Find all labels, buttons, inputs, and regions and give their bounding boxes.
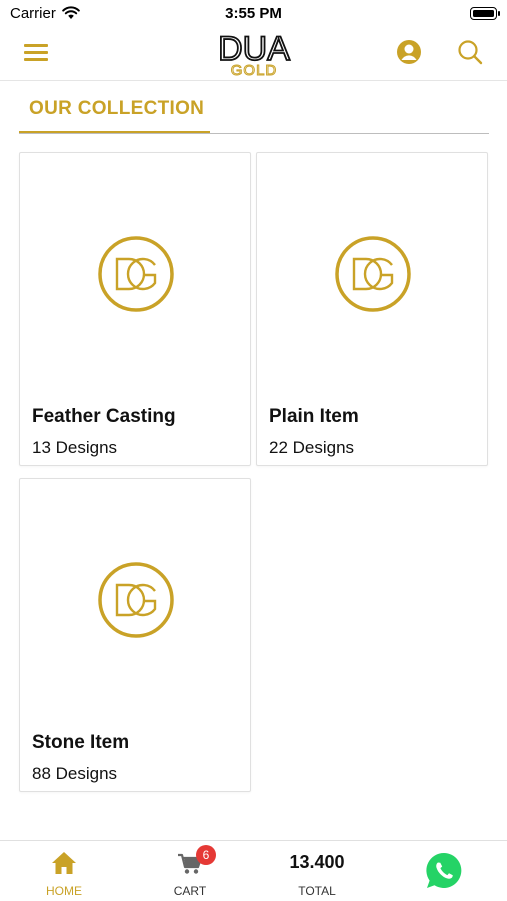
battery-icon	[470, 7, 500, 20]
app-header: DUA GOLD	[0, 28, 507, 81]
whatsapp-button[interactable]	[420, 841, 468, 901]
card-design-count: 22 Designs	[269, 438, 355, 457]
brand-logo[interactable]: DUA GOLD	[204, 29, 304, 79]
collection-card[interactable]: Feather Casting 13 Designs	[19, 152, 251, 466]
menu-icon[interactable]	[24, 42, 50, 64]
nav-total-label: TOTAL	[298, 884, 336, 898]
logo-subtext: GOLD	[231, 62, 278, 78]
total-value: 13.400	[289, 852, 345, 872]
card-title: Plain Item	[269, 406, 359, 427]
nav-cart-label: CART	[173, 884, 207, 898]
card-title: Stone Item	[32, 732, 130, 753]
search-icon[interactable]	[456, 38, 484, 66]
bottom-nav: HOME 6 CART 13.400 TOTAL	[0, 840, 507, 901]
section-divider	[19, 133, 489, 134]
card-title: Feather Casting	[32, 406, 176, 427]
status-time: 3:55 PM	[225, 5, 282, 22]
profile-icon[interactable]	[395, 38, 423, 66]
card-design-count: 88 Designs	[32, 764, 118, 783]
nav-home[interactable]: HOME	[24, 841, 104, 901]
nav-total: 13.400 TOTAL	[277, 841, 357, 901]
nav-cart[interactable]: 6 CART	[150, 841, 230, 901]
status-bar: Carrier 3:55 PM	[0, 0, 507, 28]
dg-logo-icon	[98, 562, 174, 638]
dg-logo-icon	[335, 236, 411, 312]
cart-count-badge: 6	[196, 845, 216, 865]
collection-card[interactable]: Plain Item 22 Designs	[256, 152, 488, 466]
dg-logo-icon	[98, 236, 174, 312]
card-design-count: 13 Designs	[32, 438, 118, 457]
home-icon	[52, 852, 76, 874]
whatsapp-icon	[426, 852, 462, 888]
collection-card[interactable]: Stone Item 88 Designs	[19, 478, 251, 792]
tab-our-collection[interactable]: OUR COLLECTION	[19, 86, 210, 134]
tab-label: OUR COLLECTION	[29, 98, 205, 119]
nav-home-label: HOME	[46, 884, 82, 898]
